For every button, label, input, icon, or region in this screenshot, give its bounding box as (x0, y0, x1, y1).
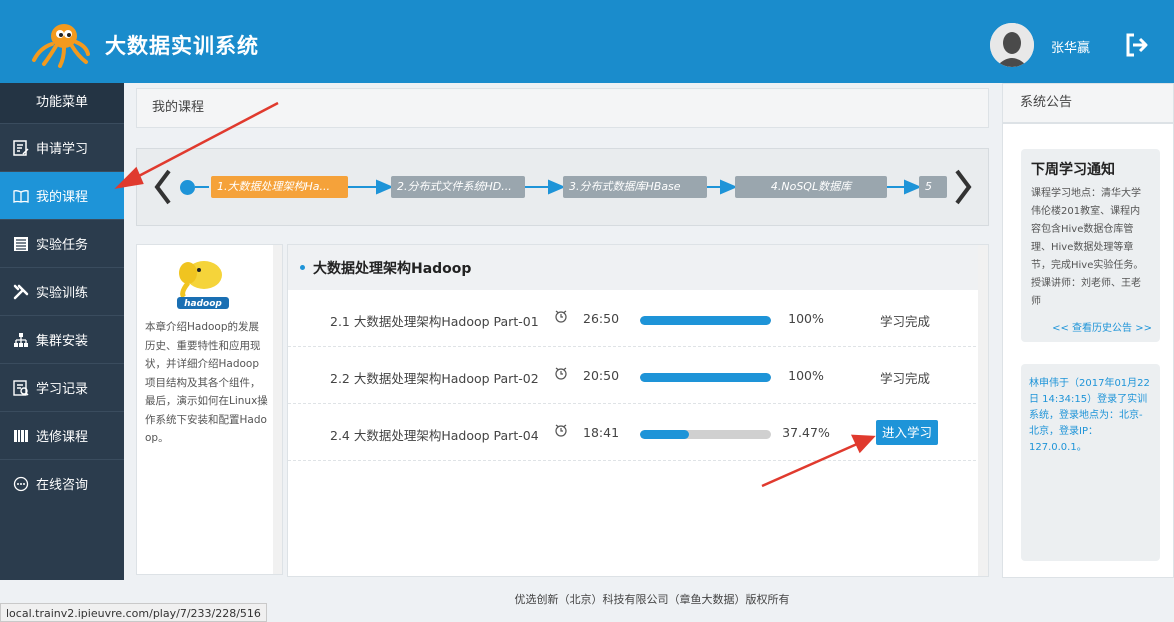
progress-percent: 100% (788, 368, 824, 383)
user-avatar-icon (990, 23, 1034, 67)
lesson-duration: 18:41 (583, 425, 620, 440)
sidebar-item-cluster[interactable]: 集群安装 (0, 315, 124, 363)
step-1[interactable]: 1.大数据处理架构Ha... (211, 176, 348, 198)
lesson-scrollbar[interactable] (978, 245, 988, 576)
lesson-duration: 26:50 (583, 311, 620, 326)
sidebar-item-label: 在线咨询 (36, 478, 89, 493)
tools-icon (12, 283, 30, 301)
lesson-title[interactable]: 2.2 大数据处理架构Hadoop Part-02 (330, 368, 539, 387)
elective-icon (12, 427, 30, 445)
hadoop-logo-text: hadoop (184, 299, 222, 309)
progress-bar (640, 373, 771, 382)
step-2[interactable]: 2.分布式文件系统HD... (391, 176, 525, 198)
sidebar-item-label: 集群安装 (36, 334, 89, 349)
apply-icon (12, 139, 30, 157)
notice-heading: 系统公告 (1002, 83, 1174, 123)
lesson-panel: 大数据处理架构Hadoop 2.1 大数据处理架构Hadoop Part-01 … (287, 244, 989, 577)
notice-title: 下周学习通知 (1031, 162, 1115, 178)
header: 大数据实训系统 张华赢 (0, 0, 1174, 83)
step-4[interactable]: 4.NoSQL数据库 (735, 176, 887, 198)
lesson-duration: 20:50 (583, 368, 620, 383)
step-5[interactable]: 5 (919, 176, 947, 198)
logout-icon[interactable] (1124, 32, 1150, 58)
notice-body: 课程学习地点：清华大学伟伦楼201教室、课程内容包含Hive数据仓库管理、Hiv… (1031, 188, 1144, 307)
progress-bar (640, 316, 771, 325)
task-list-icon (12, 235, 30, 253)
sidebar-item-tasks[interactable]: 实验任务 (0, 219, 124, 267)
alarm-clock-icon (555, 367, 567, 380)
chat-icon (12, 475, 30, 493)
lesson-row: 2.1 大数据处理架构Hadoop Part-01 26:50 100% 学习完… (288, 290, 976, 347)
notice-card: 下周学习通知 课程学习地点：清华大学伟伦楼201教室、课程内容包含Hive数据仓… (1021, 149, 1160, 342)
chapter-intro: hadoop 本章介绍Hadoop的发展历史、重要特性和应用现状，并详细介绍Ha… (136, 244, 283, 575)
lesson-row: 2.2 大数据处理架构Hadoop Part-02 20:50 100% 学习完… (288, 347, 976, 404)
avatar[interactable] (990, 23, 1034, 67)
lesson-title[interactable]: 2.1 大数据处理架构Hadoop Part-01 (330, 311, 539, 330)
notice-panel: 下周学习通知 课程学习地点：清华大学伟伦楼201教室、课程内容包含Hive数据仓… (1002, 123, 1174, 578)
sidebar: 功能菜单 申请学习 我的课程 实验任务 实验训练 集群安装 学习记录 选修课程 … (0, 83, 124, 622)
sidebar-item-records[interactable]: 学习记录 (0, 363, 124, 411)
sidebar-item-label: 学习记录 (36, 382, 89, 397)
sidebar-item-apply[interactable]: 申请学习 (0, 123, 124, 171)
lesson-status: 学习完成 (880, 314, 931, 329)
intro-scrollbar[interactable] (273, 245, 282, 574)
bullet-icon (300, 265, 305, 270)
chapter-intro-text: 本章介绍Hadoop的发展历史、重要特性和应用现状，并详细介绍Hadoop项目结… (145, 321, 268, 444)
lesson-row: 2.4 大数据处理架构Hadoop Part-04 18:41 37.47% 进… (288, 404, 976, 461)
cluster-icon (12, 331, 30, 349)
alarm-clock-icon (555, 424, 567, 437)
sidebar-item-label: 我的课程 (36, 190, 89, 205)
progress-fill (640, 430, 690, 439)
progress-bar (640, 430, 771, 439)
app-title: 大数据实训系统 (105, 34, 259, 58)
book-icon (12, 187, 30, 205)
sidebar-heading: 功能菜单 (0, 83, 124, 123)
step-3[interactable]: 3.分布式数据库HBase (563, 176, 707, 198)
history-notices-link[interactable]: << 查看历史公告 >> (1052, 319, 1152, 334)
chevron-right-icon[interactable] (951, 167, 975, 207)
lesson-status: 学习完成 (880, 371, 931, 386)
lesson-title[interactable]: 2.4 大数据处理架构Hadoop Part-04 (330, 425, 539, 444)
sidebar-item-label: 实验任务 (36, 238, 89, 253)
chapter-title: 大数据处理架构Hadoop (313, 260, 472, 277)
progress-percent: 100% (788, 311, 824, 326)
sidebar-item-consult[interactable]: 在线咨询 (0, 459, 124, 507)
record-icon (12, 379, 30, 397)
sidebar-item-my-courses[interactable]: 我的课程 (0, 171, 124, 219)
sidebar-item-electives[interactable]: 选修课程 (0, 411, 124, 459)
progress-fill (640, 316, 771, 325)
status-bar-url: local.trainv2.ipieuvre.com/play/7/233/22… (0, 603, 267, 622)
user-name[interactable]: 张华赢 (1051, 37, 1090, 56)
alarm-clock-icon (555, 310, 567, 323)
sidebar-item-label: 实验训练 (36, 286, 89, 301)
sidebar-item-label: 选修课程 (36, 430, 89, 445)
progress-fill (640, 373, 771, 382)
sidebar-item-label: 申请学习 (36, 142, 89, 157)
enter-study-button[interactable]: 进入学习 (876, 420, 939, 445)
chapter-steps: 1.大数据处理架构Ha... 2.分布式文件系统HD... 3.分布式数据库HB… (136, 148, 989, 226)
breadcrumb: 我的课程 (136, 88, 989, 128)
octopus-logo (32, 24, 90, 68)
chapter-heading: 大数据处理架构Hadoop (288, 245, 988, 290)
sidebar-item-training[interactable]: 实验训练 (0, 267, 124, 315)
progress-percent: 37.47% (782, 425, 830, 440)
login-log: 林申伟于（2017年01月22日 14:34:15）登录了实训系统，登录地点为：… (1021, 364, 1160, 561)
